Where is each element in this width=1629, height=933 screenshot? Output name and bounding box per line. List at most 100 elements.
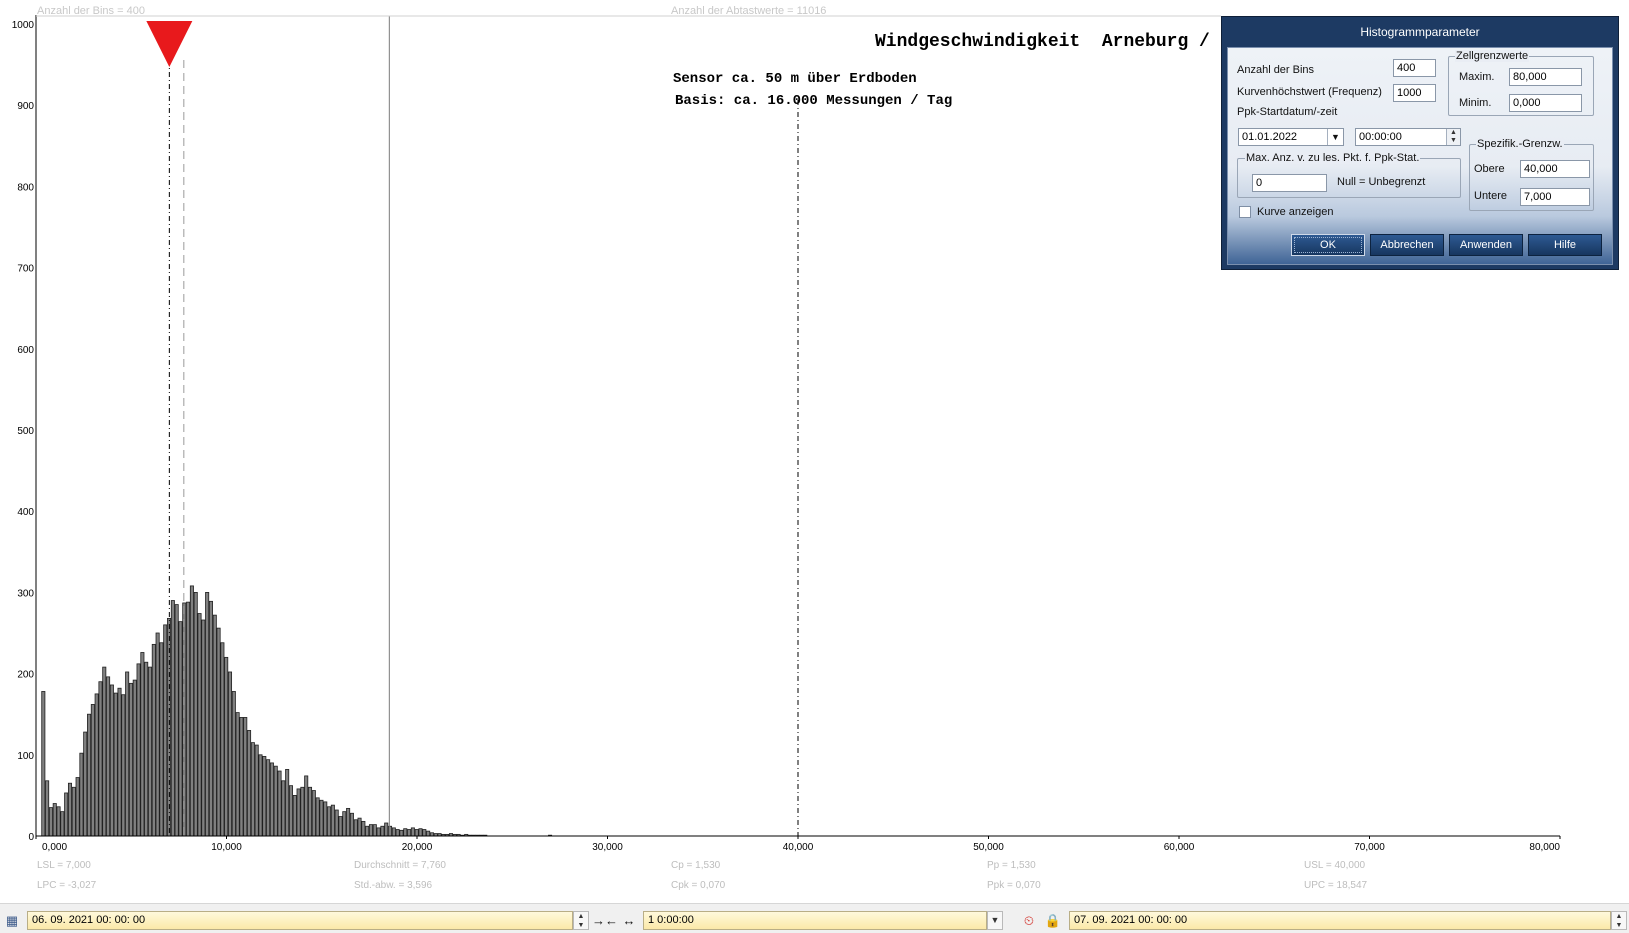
x-tick-label: 0,000 bbox=[42, 842, 67, 853]
x-tick-label: 20,000 bbox=[402, 842, 433, 853]
histogram-bar bbox=[189, 585, 194, 837]
y-tick-label: 500 bbox=[17, 426, 34, 437]
y-tick-label: 200 bbox=[17, 670, 34, 681]
y-tick-label: 0 bbox=[28, 832, 34, 843]
cancel-button[interactable]: Abbrechen bbox=[1370, 234, 1444, 256]
dialog-body: Anzahl der Bins 400 Kurvenhöchstwert (Fr… bbox=[1227, 47, 1613, 265]
x-tick-label: 60,000 bbox=[1164, 842, 1195, 853]
show-curve-checkbox[interactable] bbox=[1239, 206, 1251, 218]
ppk-start-date-select[interactable]: 01.01.2022 ▼ bbox=[1238, 128, 1344, 146]
expand-range-icon[interactable]: ↔ bbox=[617, 912, 641, 929]
histogram-bar bbox=[334, 809, 339, 837]
histogram-bar bbox=[338, 816, 343, 837]
histogram-bar bbox=[228, 671, 233, 837]
max-points-label: Max. Anz. v. zu les. Pkt. f. Ppk-Stat. bbox=[1245, 152, 1421, 164]
help-button[interactable]: Hilfe bbox=[1528, 234, 1602, 256]
histogram-bar bbox=[64, 792, 69, 837]
upper-input[interactable]: 40,000 bbox=[1520, 160, 1590, 178]
ok-button[interactable]: OK bbox=[1291, 234, 1365, 256]
histogram-bar bbox=[346, 807, 351, 837]
histogram-bar bbox=[231, 691, 236, 837]
stat-upc: UPC = 18,547 bbox=[1304, 880, 1368, 891]
histogram-bar bbox=[277, 770, 282, 837]
stat-cp: Cp = 1,530 bbox=[671, 860, 721, 871]
histogram-bar bbox=[45, 780, 50, 837]
histogram-bar bbox=[418, 828, 423, 837]
histogram-bar bbox=[403, 828, 408, 837]
histogram-bar bbox=[304, 775, 309, 837]
start-datetime-field[interactable]: 06. 09. 2021 00: 00: 00 bbox=[27, 911, 573, 930]
histogram-bar bbox=[144, 661, 149, 837]
start-datetime-spinner-icon[interactable]: ▲ ▼ bbox=[573, 911, 589, 930]
histogram-bar bbox=[407, 829, 412, 837]
histogram-bar bbox=[125, 671, 130, 837]
clock-icon[interactable]: ⏲ bbox=[1020, 912, 1038, 929]
histogram-bar bbox=[292, 795, 297, 837]
histogram-bar bbox=[349, 812, 354, 837]
ppk-start-time-value: 00:00:00 bbox=[1359, 131, 1402, 143]
y-tick-label: 1000 bbox=[12, 20, 35, 31]
histogram-bar bbox=[48, 807, 53, 837]
histogram-bar bbox=[426, 830, 431, 837]
stat-mean: Durchschnitt = 7,760 bbox=[354, 860, 446, 871]
histogram-bar bbox=[315, 797, 320, 837]
y-tick-label: 800 bbox=[17, 182, 34, 193]
apply-button[interactable]: Anwenden bbox=[1449, 234, 1523, 256]
spec-limits-title: Spezifik.-Grenzw. bbox=[1476, 138, 1564, 150]
y-tick-label: 600 bbox=[17, 345, 34, 356]
histogram-bar bbox=[113, 692, 118, 837]
histogram-bar bbox=[159, 642, 164, 837]
histogram-bar bbox=[308, 786, 313, 837]
histogram-bar bbox=[71, 786, 76, 837]
chevron-down-icon[interactable]: ▼ bbox=[1327, 129, 1343, 145]
y-tick-label: 700 bbox=[17, 264, 34, 275]
bins-label: Anzahl der Bins bbox=[1237, 64, 1315, 76]
histogram-bar bbox=[212, 614, 217, 837]
max-points-input[interactable]: 0 bbox=[1252, 174, 1327, 192]
histogram-bar bbox=[155, 632, 160, 837]
curve-max-input[interactable]: 1000 bbox=[1393, 84, 1436, 102]
histogram-parameters-dialog: Histogrammparameter Anzahl der Bins 400 … bbox=[1221, 16, 1619, 270]
lock-icon[interactable]: 🔒 bbox=[1044, 912, 1062, 929]
calendar-icon[interactable]: ▦ bbox=[4, 912, 20, 929]
histogram-bar bbox=[273, 765, 278, 837]
histogram-bar bbox=[56, 806, 61, 837]
spec-limits-group: Spezifik.-Grenzw. Obere 40,000 Untere 7,… bbox=[1469, 138, 1594, 211]
histogram-bar bbox=[186, 601, 191, 837]
interval-field[interactable]: 1 0:00:00 bbox=[643, 911, 987, 930]
histogram-bar bbox=[147, 666, 153, 837]
shrink-range-icon[interactable]: →← bbox=[592, 912, 618, 929]
end-datetime-spinner-icon[interactable]: ▲ ▼ bbox=[1611, 911, 1627, 930]
bins-input[interactable]: 400 bbox=[1393, 59, 1436, 77]
lsl-marker-triangle-icon[interactable] bbox=[146, 21, 193, 67]
histogram-bar bbox=[330, 804, 335, 837]
histogram-bar bbox=[414, 829, 419, 837]
histogram-bar bbox=[174, 604, 179, 837]
dialog-title: Histogrammparameter bbox=[1360, 25, 1480, 39]
ppk-start-label: Ppk-Startdatum/-zeit bbox=[1237, 106, 1338, 118]
histogram-bar bbox=[193, 592, 198, 837]
histogram-bar bbox=[353, 819, 358, 837]
histogram-bar bbox=[117, 687, 122, 837]
lower-input[interactable]: 7,000 bbox=[1520, 188, 1590, 206]
histogram-bar bbox=[281, 780, 286, 837]
null-unlimited-hint: Null = Unbegrenzt bbox=[1337, 176, 1426, 188]
histogram-bar bbox=[269, 762, 274, 837]
lower-label: Untere bbox=[1474, 190, 1508, 202]
histogram-bar bbox=[262, 756, 267, 837]
histogram-bar bbox=[102, 666, 107, 837]
histogram-bar bbox=[41, 691, 46, 837]
min-input[interactable]: 0,000 bbox=[1509, 94, 1582, 112]
time-spinner-icon[interactable]: ▲ ▼ bbox=[1446, 129, 1460, 145]
max-input[interactable]: 80,000 bbox=[1509, 68, 1582, 86]
max-points-group: Max. Anz. v. zu les. Pkt. f. Ppk-Stat. 0… bbox=[1237, 152, 1461, 198]
histogram-bar bbox=[201, 619, 206, 837]
stat-lsl: LSL = 7,000 bbox=[37, 860, 91, 871]
interval-dropdown-chevron-icon[interactable]: ▼ bbox=[987, 911, 1003, 930]
histogram-bar bbox=[323, 801, 328, 837]
histogram-bar bbox=[243, 717, 248, 837]
stat-usl: USL = 40,000 bbox=[1304, 860, 1366, 871]
end-datetime-field[interactable]: 07. 09. 2021 00: 00: 00 bbox=[1069, 911, 1611, 930]
histogram-bar bbox=[327, 806, 332, 837]
ppk-start-time-input[interactable]: 00:00:00 ▲ ▼ bbox=[1355, 128, 1461, 146]
